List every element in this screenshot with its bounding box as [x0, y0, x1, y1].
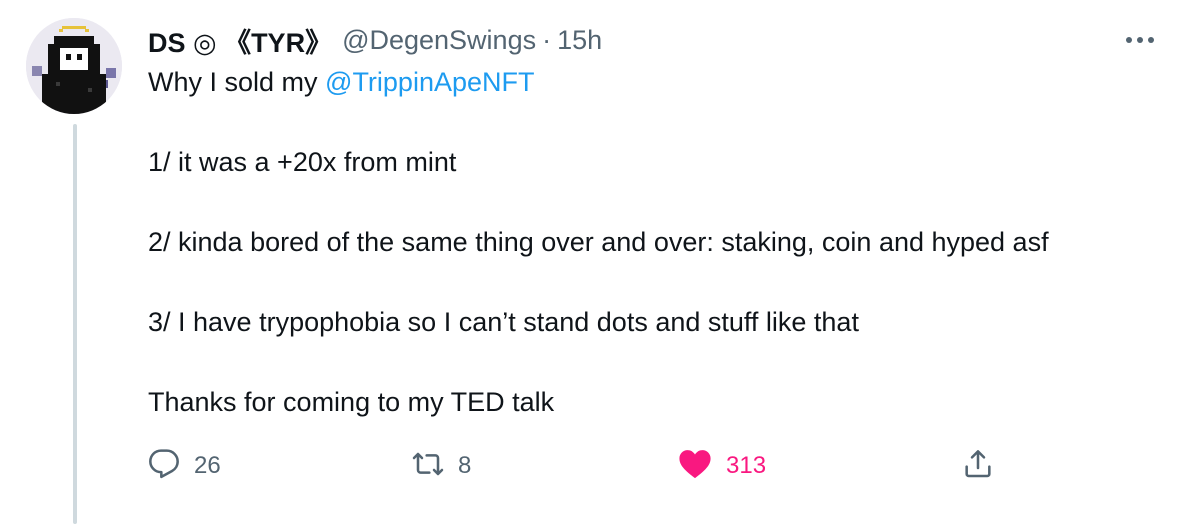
tweet-timestamp[interactable]: 15h [557, 25, 602, 56]
tweet-text-line: Thanks for coming to my TED talk [148, 387, 555, 417]
user-handle[interactable]: @DegenSwings [342, 25, 536, 56]
more-horizontal-icon[interactable] [1120, 26, 1160, 54]
like-button[interactable]: 313 [678, 446, 766, 486]
tweet: DS ◎ 《TYR》 @DegenSwings · 15h Why I sold… [0, 0, 1188, 524]
tweet-actions: 26 8 313 [0, 446, 1188, 486]
retweet-count: 8 [458, 452, 472, 479]
tweet-text-line: 1/ it was a +20x from mint [148, 147, 457, 177]
avatar-image [26, 18, 122, 114]
mention-link[interactable]: @TrippinApeNFT [325, 67, 534, 97]
reply-icon [148, 448, 180, 485]
retweet-button[interactable]: 8 [412, 446, 471, 486]
reply-count: 26 [194, 452, 221, 479]
tweet-text-line: 3/ I have trypophobia so I can’t stand d… [148, 307, 859, 337]
retweet-icon [412, 448, 444, 485]
share-button[interactable] [962, 446, 994, 486]
share-icon [962, 448, 994, 485]
reply-button[interactable]: 26 [148, 446, 221, 486]
tweet-text-line: 2/ kinda bored of the same thing over an… [148, 227, 1049, 257]
heart-icon [678, 448, 712, 485]
tweet-header: DS ◎ 《TYR》 @DegenSwings · 15h [148, 20, 602, 60]
avatar[interactable] [26, 18, 122, 114]
separator-dot: · [542, 24, 552, 55]
like-count: 313 [726, 452, 767, 479]
display-name[interactable]: DS ◎ 《TYR》 [148, 21, 332, 60]
tweet-text-segment: Why I sold my [148, 67, 326, 97]
tweet-text-line: Why I sold my @TrippinApeNFT [148, 62, 535, 102]
